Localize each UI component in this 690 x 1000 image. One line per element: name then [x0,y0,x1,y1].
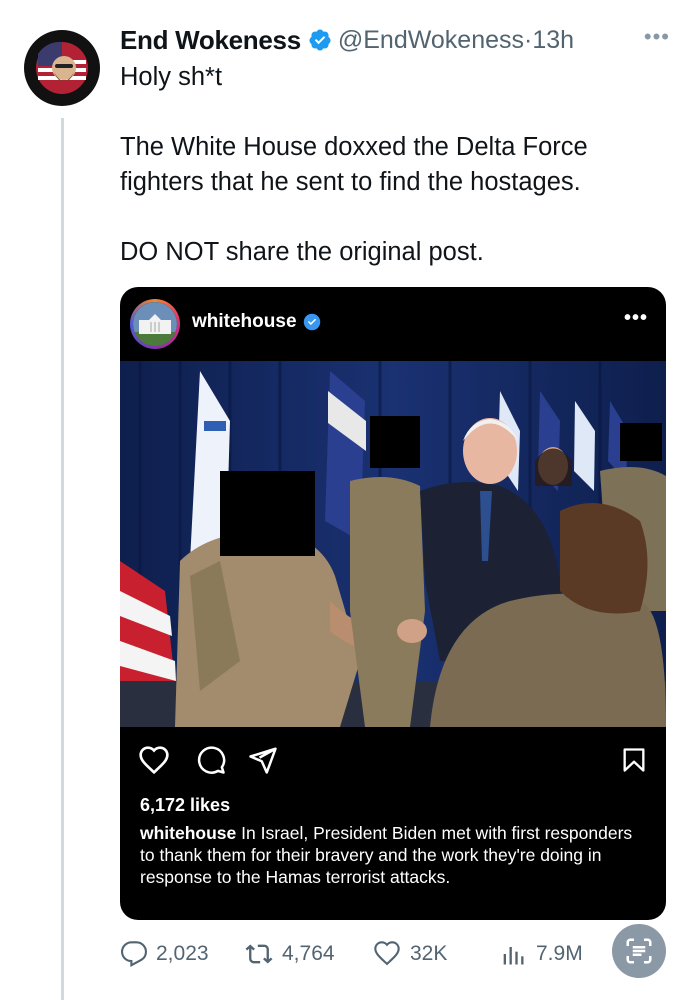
text-scan-icon [626,938,652,964]
embedded-actions [120,739,666,789]
white-house-icon [133,302,177,346]
like-count: 32K [410,942,448,965]
embedded-username-text: whitehouse [192,311,297,332]
embedded-more-icon: ••• [623,307,648,329]
tweet-line: Holy sh*t [120,63,223,91]
author-name[interactable]: End Wokeness [120,25,301,56]
embedded-post-header: whitehouse ••• [120,287,666,361]
embedded-avatar [130,299,180,349]
bookmark-icon [623,748,645,772]
repost-count: 4,764 [282,942,335,965]
embedded-photo [120,361,666,727]
tweet-text: Holy sh*t The White House doxxed the Del… [120,60,670,270]
share-icon [249,747,277,774]
comment-icon [197,746,226,774]
embedded-caption: whitehouse In Israel, President Biden me… [140,822,640,888]
tweet-line: The White House doxxed the Delta Force f… [120,133,588,196]
embedded-post-image[interactable]: whitehouse ••• 6,172 likes whitehouse In… [120,287,666,920]
like-button[interactable]: 32K [372,940,447,968]
embedded-caption-user: whitehouse [140,823,237,843]
verified-badge-icon [309,29,331,51]
views-icon [503,947,524,965]
reply-count: 2,023 [156,942,209,965]
embedded-username: whitehouse [192,311,321,333]
tweet-header: End Wokeness @EndWokeness · 13h ••• [120,22,670,58]
like-icon [374,941,400,966]
separator-dot: · [524,25,533,54]
tweet-time[interactable]: 13h [532,26,574,55]
grok-explain-button[interactable] [612,924,666,978]
author-handle[interactable]: @EndWokeness [338,26,524,55]
embedded-likes: 6,172 likes [140,795,231,815]
avatar-logo [25,31,99,105]
views-button[interactable]: 7.9M [498,940,583,968]
more-options-icon[interactable]: ••• [644,24,670,50]
reply-button[interactable]: 2,023 [120,940,209,968]
repost-icon [245,944,273,964]
heart-icon [139,746,169,775]
embedded-verified-icon [303,313,320,331]
tweet-line: DO NOT share the original post. [120,238,484,266]
tweet-actions: 2,023 4,764 32K 7.9M [120,928,680,978]
repost-button[interactable]: 4,764 [244,940,335,968]
author-avatar[interactable] [24,30,100,106]
thread-line [61,118,64,1000]
reply-icon [120,941,148,967]
views-count: 7.9M [536,942,583,965]
